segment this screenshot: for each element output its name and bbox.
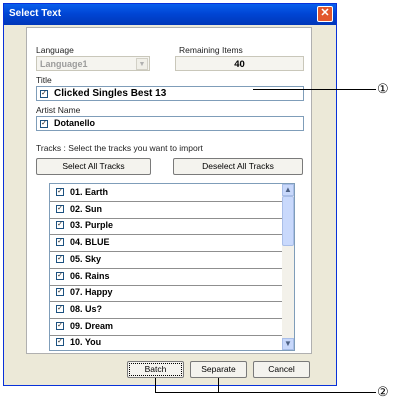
track-checkbox[interactable]: ✓ [56, 321, 64, 330]
remaining-items-value: 40 [234, 59, 245, 70]
track-row[interactable]: ✓ 07. Happy [50, 284, 283, 303]
chevron-down-icon: ▼ [136, 58, 148, 70]
language-value: Language1 [40, 59, 88, 69]
track-row[interactable]: ✓ 08. Us? [50, 301, 283, 319]
remaining-items-display: 40 [175, 56, 304, 71]
artist-name-label: Artist Name [36, 105, 81, 115]
batch-button[interactable]: Batch [127, 361, 184, 378]
title-bar: Select Text ✕ [4, 4, 336, 25]
track-name: 06. Rains [70, 270, 110, 281]
callout-1: ① [377, 81, 389, 96]
select-text-dialog: Select Text ✕ Language Language1 ▼ Remai… [3, 3, 337, 386]
track-checkbox[interactable]: ✓ [56, 254, 64, 263]
track-name: 04. BLUE [70, 237, 110, 248]
track-row[interactable]: ✓ 10. You [50, 334, 283, 350]
artist-name-field[interactable]: ✓ Dotanello [36, 116, 304, 131]
language-select[interactable]: Language1 ▼ [36, 56, 150, 71]
track-name: 01. Earth [70, 187, 109, 197]
track-name: 02. Sun [70, 203, 103, 214]
artist-value: Dotanello [54, 118, 96, 128]
title-label: Title [36, 75, 52, 85]
track-row[interactable]: ✓ 01. Earth [50, 184, 283, 202]
track-checkbox[interactable]: ✓ [56, 338, 64, 347]
track-name: 03. Purple [70, 220, 114, 231]
callout-2-leader-a [155, 378, 156, 392]
separate-button[interactable]: Separate [190, 361, 247, 378]
close-button[interactable]: ✕ [317, 6, 333, 22]
scroll-up-button[interactable]: ▲ [282, 184, 294, 196]
tracks-list[interactable]: ✓ 01. Earth ✓ 02. Sun ✓ 03. Purple ✓ 04. BLUE ✓ 0… [49, 183, 295, 351]
track-row[interactable]: ✓ 02. Sun [50, 201, 283, 219]
content-panel: Language Language1 ▼ Remaining Items 40 … [26, 27, 312, 354]
callout-2-leader [155, 392, 376, 393]
track-name: 10. You [70, 337, 102, 348]
scroll-down-button[interactable]: ▼ [282, 338, 294, 350]
track-checkbox[interactable]: ✓ [56, 271, 64, 280]
title-value: Clicked Singles Best 13 [54, 88, 167, 99]
deselect-all-tracks-button[interactable]: Deselect All Tracks [173, 158, 303, 175]
artist-checkbox[interactable]: ✓ [40, 120, 48, 128]
cancel-button[interactable]: Cancel [253, 361, 310, 378]
dialog-title: Select Text [9, 8, 62, 19]
select-all-tracks-button[interactable]: Select All Tracks [36, 158, 151, 175]
track-checkbox[interactable]: ✓ [56, 221, 64, 230]
track-checkbox[interactable]: ✓ [56, 188, 64, 196]
tracks-instruction: Tracks : Select the tracks you want to i… [36, 143, 203, 153]
track-name: 05. Sky [70, 253, 102, 264]
callout-2: ② [377, 384, 389, 399]
track-name: 09. Dream [70, 320, 114, 331]
track-row[interactable]: ✓ 05. Sky [50, 251, 283, 269]
track-checkbox[interactable]: ✓ [56, 304, 64, 313]
callout-2-leader-b [218, 378, 219, 392]
track-row[interactable]: ✓ 03. Purple [50, 217, 283, 236]
tracks-scrollbar[interactable]: ▲ ▼ [282, 184, 294, 350]
track-row[interactable]: ✓ 09. Dream [50, 318, 283, 336]
remaining-items-label: Remaining Items [179, 45, 243, 55]
track-name: 08. Us? [70, 303, 103, 314]
title-checkbox[interactable]: ✓ [40, 90, 48, 98]
track-name: 07. Happy [70, 287, 113, 298]
track-checkbox[interactable]: ✓ [56, 288, 64, 297]
track-checkbox[interactable]: ✓ [56, 204, 64, 213]
track-row[interactable]: ✓ 04. BLUE [50, 234, 283, 253]
track-checkbox[interactable]: ✓ [56, 238, 64, 247]
callout-1-leader [253, 89, 376, 90]
language-label: Language [36, 45, 74, 55]
scroll-thumb[interactable] [282, 196, 294, 246]
track-row[interactable]: ✓ 06. Rains [50, 268, 283, 286]
